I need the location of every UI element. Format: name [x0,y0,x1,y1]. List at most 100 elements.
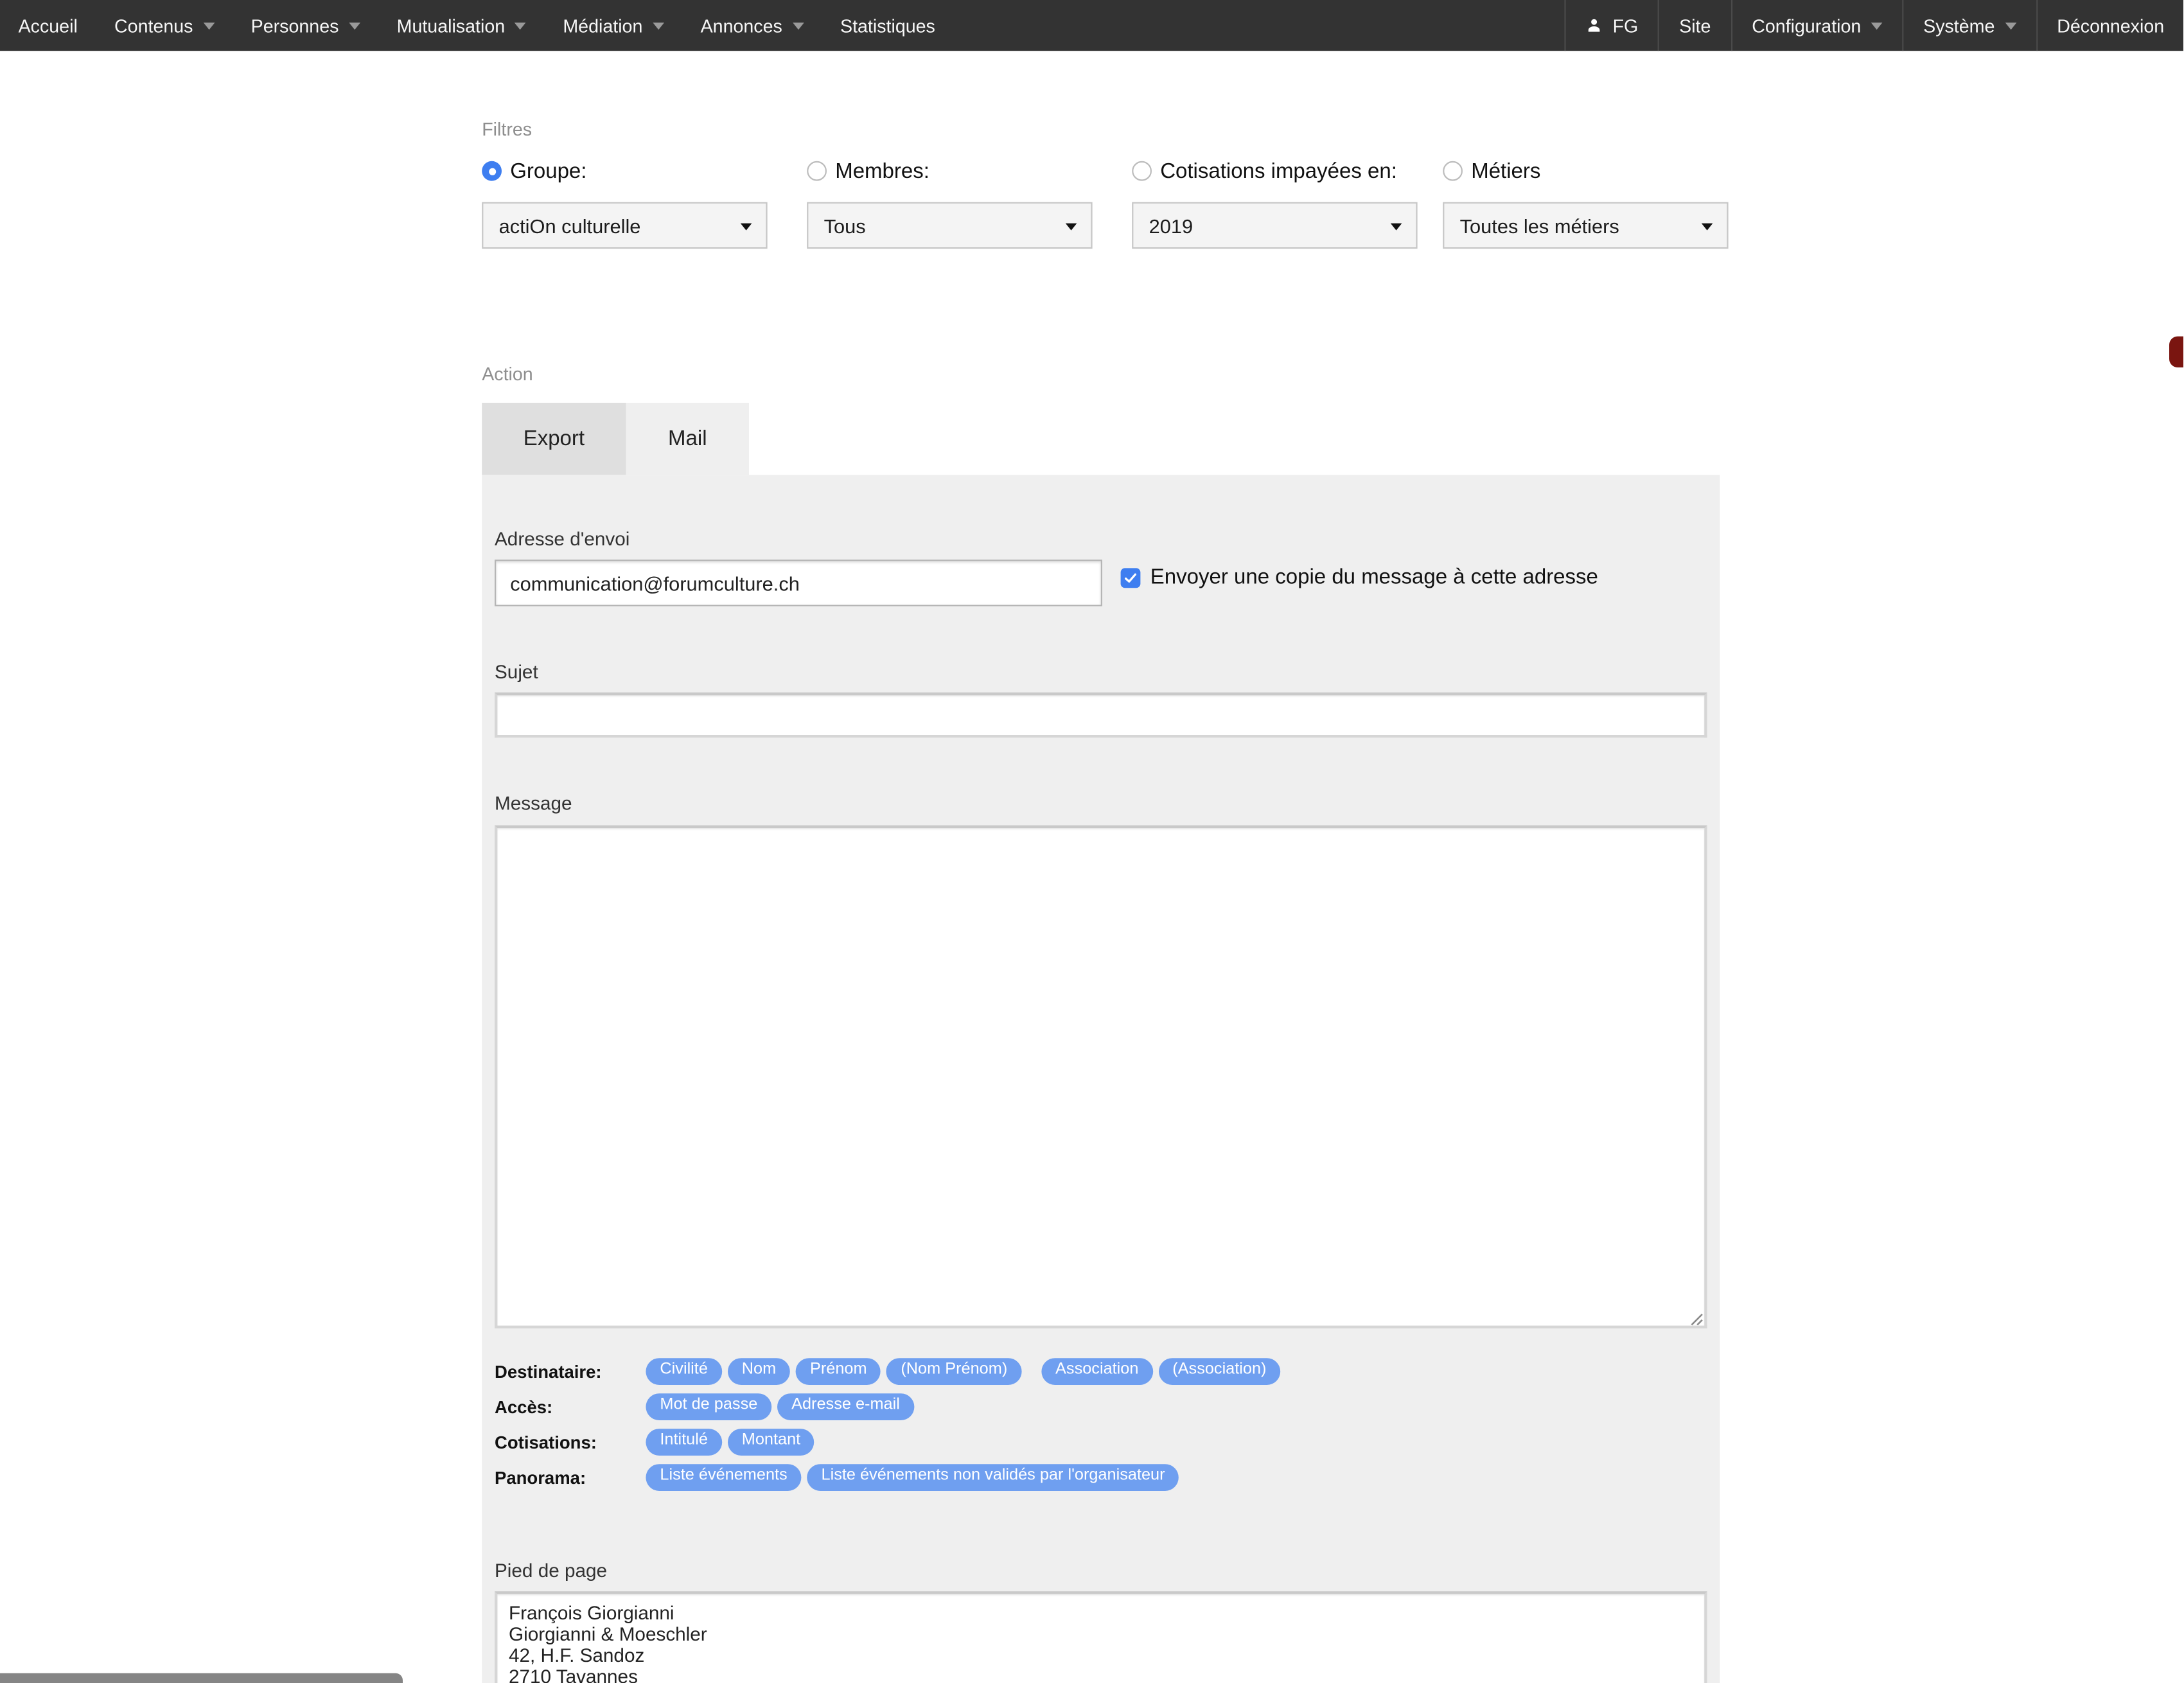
filter-select-membres[interactable]: Tous [807,202,1092,249]
nav-item-label: Site [1679,15,1711,36]
filter-group-groupe: Groupe: actiOn culturelle [482,158,767,249]
chevron-down-icon [792,22,804,29]
nav-item-label: Configuration [1752,15,1861,36]
nav-item-mutualisation[interactable]: Mutualisation [378,0,545,51]
nav-left-group: Accueil Contenus Personnes Mutualisation… [0,0,953,51]
user-icon [1586,17,1603,33]
checkbox-checked-icon[interactable] [1121,567,1141,587]
nav-item-label: Mutualisation [397,15,506,36]
footer-label: Pied de page [495,1560,607,1582]
nav-item-label: Contenus [114,15,193,36]
nav-item-label: Personnes [251,15,339,36]
nav-item-personnes[interactable]: Personnes [233,0,378,51]
footer-textarea[interactable]: François Giorgianni Giorgianni & Moeschl… [495,1591,1707,1683]
merge-tag[interactable]: (Association) [1158,1358,1280,1386]
merge-field-rows: Destinataire: Civilité Nom Prénom (Nom P… [495,1354,1280,1495]
merge-row-panorama: Panorama: Liste événements Liste événeme… [495,1460,1280,1495]
copy-checkbox-row[interactable]: Envoyer une copie du message à cette adr… [1121,565,1598,589]
nav-item-site[interactable]: Site [1659,0,1730,51]
nav-item-label: Médiation [563,15,642,36]
filter-radio-label: Membres: [835,159,929,183]
merge-row-label: Cotisations: [495,1432,646,1452]
nav-item-label: Système [1923,15,1995,36]
merge-tag[interactable]: Liste événements non validés par l'organ… [807,1464,1179,1492]
nav-item-annonces[interactable]: Annonces [682,0,822,51]
filters-section-label: Filtres [482,119,532,140]
nav-right-group: FG Site Configuration Système Déconnexio… [1565,0,2184,51]
chevron-down-icon [515,22,527,29]
address-label: Adresse d'envoi [495,529,630,550]
filter-group-cotisations: Cotisations impayées en: 2019 [1132,158,1417,249]
tab-mail[interactable]: Mail [626,403,749,475]
chevron-down-icon [2005,22,2016,29]
message-textarea[interactable] [495,825,1707,1328]
merge-tag[interactable]: Adresse e-mail [777,1393,914,1421]
merge-tag[interactable]: Civilité [646,1358,722,1386]
user-initials: FG [1613,15,1639,36]
radio-unselected-icon[interactable] [1443,161,1463,181]
select-caret-icon [1702,224,1713,231]
nav-item-mediation[interactable]: Médiation [545,0,682,51]
merge-tag[interactable]: Liste événements [646,1464,801,1492]
filter-select-groupe[interactable]: actiOn culturelle [482,202,767,249]
chevron-down-icon [203,22,215,29]
nav-item-label: Annonces [701,15,782,36]
chevron-down-icon [1871,22,1883,29]
nav-item-deconnexion[interactable]: Déconnexion [2037,0,2184,51]
select-caret-icon [1066,224,1077,231]
merge-tag[interactable]: Intitulé [646,1429,722,1456]
merge-tag[interactable]: Montant [728,1429,815,1456]
nav-item-contenus[interactable]: Contenus [96,0,233,51]
merge-row-acces: Accès: Mot de passe Adresse e-mail [495,1389,1280,1425]
nav-item-statistiques[interactable]: Statistiques [822,0,953,51]
subject-label: Sujet [495,662,538,683]
nav-item-configuration[interactable]: Configuration [1732,0,1902,51]
tab-export[interactable]: Export [482,403,626,475]
filter-radio-cotisations[interactable]: Cotisations impayées en: [1132,158,1417,184]
nav-item-systeme[interactable]: Système [1903,0,2036,51]
action-tabs: Export Mail [482,403,749,475]
filter-radio-metiers[interactable]: Métiers [1443,158,1728,184]
top-nav: Accueil Contenus Personnes Mutualisation… [0,0,2184,51]
filter-radio-groupe[interactable]: Groupe: [482,158,767,184]
merge-row-cotisations: Cotisations: Intitulé Montant [495,1425,1280,1460]
filter-select-value: Tous [824,214,866,236]
radio-unselected-icon[interactable] [807,161,827,181]
merge-tag[interactable]: Prénom [796,1358,881,1386]
filter-radio-membres[interactable]: Membres: [807,158,1092,184]
nav-item-accueil[interactable]: Accueil [0,0,96,51]
merge-tag[interactable]: Mot de passe [646,1393,771,1421]
nav-item-label: Déconnexion [2057,15,2164,36]
merge-tag[interactable]: Association [1041,1358,1152,1386]
action-section-label: Action [482,363,533,384]
filter-radio-label: Cotisations impayées en: [1160,159,1397,183]
merge-tag[interactable]: Nom [728,1358,790,1386]
filter-select-value: actiOn culturelle [499,214,641,236]
merge-row-label: Panorama: [495,1468,646,1488]
browser-status-bar [0,1673,403,1683]
nav-item-label: Statistiques [840,15,935,36]
mail-panel: Adresse d'envoi Envoyer une copie du mes… [482,475,1720,1683]
merge-row-label: Accès: [495,1397,646,1417]
radio-unselected-icon[interactable] [1132,161,1152,181]
chevron-down-icon [653,22,664,29]
subject-input[interactable] [495,692,1707,737]
filter-select-annee[interactable]: 2019 [1132,202,1417,249]
merge-tag[interactable]: (Nom Prénom) [886,1358,1021,1386]
filter-select-value: 2019 [1149,214,1193,236]
filter-radio-label: Métiers [1471,159,1540,183]
filter-select-value: Toutes les métiers [1460,214,1619,236]
chevron-down-icon [349,22,360,29]
select-caret-icon [1391,224,1402,231]
side-feedback-tab[interactable] [2170,337,2184,367]
radio-selected-icon[interactable] [482,161,502,181]
filter-select-metiers[interactable]: Toutes les métiers [1443,202,1728,249]
select-caret-icon [741,224,752,231]
merge-row-destinataire: Destinataire: Civilité Nom Prénom (Nom P… [495,1354,1280,1389]
filter-group-metiers: Métiers Toutes les métiers [1443,158,1728,249]
message-label: Message [495,793,572,814]
merge-row-label: Destinataire: [495,1362,646,1382]
sender-address-input[interactable] [495,560,1102,606]
filter-radio-label: Groupe: [510,159,586,183]
user-menu[interactable]: FG [1566,0,1658,51]
